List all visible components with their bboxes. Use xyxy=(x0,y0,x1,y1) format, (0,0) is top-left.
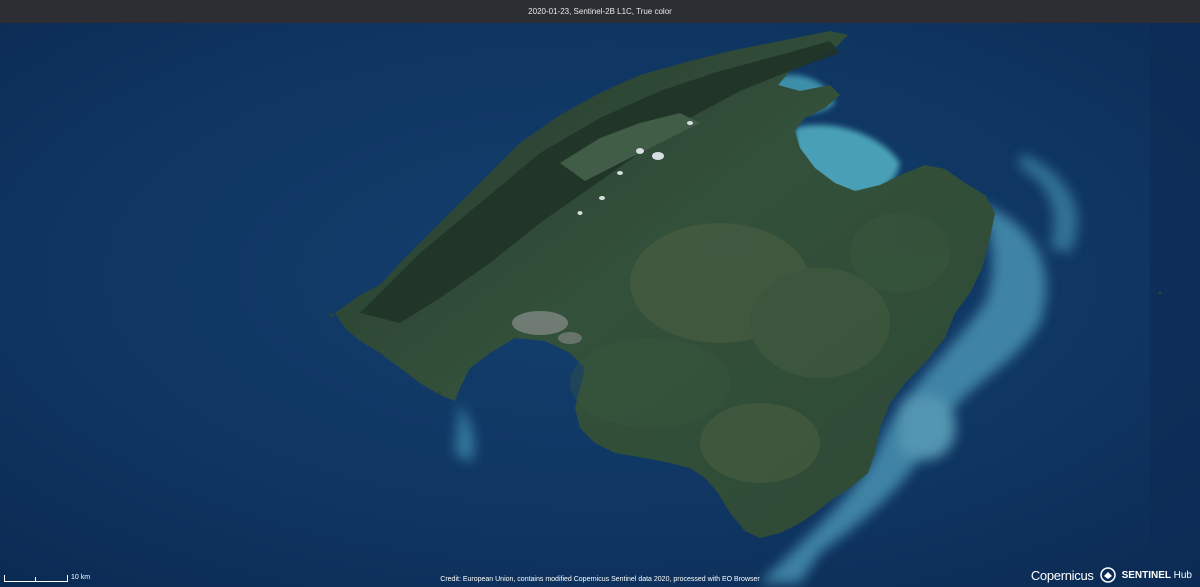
satellite-scene xyxy=(0,23,1200,587)
sentinel-hub-logo: SENTINEL Hub xyxy=(1122,570,1192,581)
credit-text: Credit: European Union, contains modifie… xyxy=(440,576,760,583)
copernicus-logo: Copernicus xyxy=(1030,567,1094,583)
image-title: 2020-01-23, Sentinel-2B L1C, True color xyxy=(0,0,1200,23)
island-image xyxy=(0,23,1200,587)
satellite-viewer: 2020-01-23, Sentinel-2B L1C, True color xyxy=(0,0,1200,587)
hub-word: Hub xyxy=(1173,569,1192,581)
sentinel-hub-icon xyxy=(1099,567,1116,583)
sentinel-word: SENTINEL xyxy=(1121,569,1171,581)
logo-group: Copernicus SENTINEL Hub xyxy=(1031,567,1192,583)
